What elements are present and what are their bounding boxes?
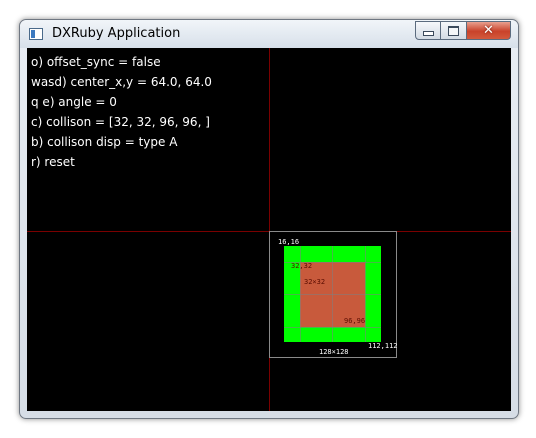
title-bar[interactable]: DXRuby Application ✕ bbox=[20, 20, 518, 48]
close-icon: ✕ bbox=[483, 23, 494, 38]
sprite-grid-line bbox=[284, 294, 381, 295]
info-panel: o) offset_sync = false wasd) center_x,y … bbox=[31, 52, 212, 172]
info-collision-disp: b) collison disp = type A bbox=[31, 135, 178, 149]
info-angle: q e) angle = 0 bbox=[31, 95, 117, 109]
info-offset-sync: o) offset_sync = false bbox=[31, 55, 161, 69]
sprite-grid-line bbox=[284, 327, 381, 328]
window-title: DXRuby Application bbox=[52, 26, 181, 41]
info-collision: c) collison = [32, 32, 96, 96, ] bbox=[31, 115, 210, 129]
collision-start-label: 32,32 bbox=[291, 262, 313, 270]
collision-size-label: 32×32 bbox=[304, 278, 326, 286]
app-window: DXRuby Application ✕ o) offset_sync = fa… bbox=[19, 19, 519, 419]
game-canvas[interactable]: o) offset_sync = false wasd) center_x,y … bbox=[27, 48, 511, 411]
collision-end-label: 96,96 bbox=[344, 317, 366, 325]
window-controls: ✕ bbox=[415, 21, 511, 41]
app-icon bbox=[29, 28, 43, 40]
minimize-button[interactable] bbox=[415, 21, 441, 40]
info-center: wasd) center_x,y = 64.0, 64.0 bbox=[31, 75, 212, 89]
minimize-icon bbox=[422, 31, 434, 36]
close-button[interactable]: ✕ bbox=[467, 21, 511, 40]
maximize-button[interactable] bbox=[441, 21, 467, 40]
sprite-size-label: 128×128 bbox=[319, 348, 349, 356]
sprite-bottom-right-label: 112,112 bbox=[368, 342, 398, 350]
maximize-icon bbox=[448, 25, 459, 36]
info-reset: r) reset bbox=[31, 155, 75, 169]
sprite-top-left-label: 16,16 bbox=[278, 238, 300, 246]
